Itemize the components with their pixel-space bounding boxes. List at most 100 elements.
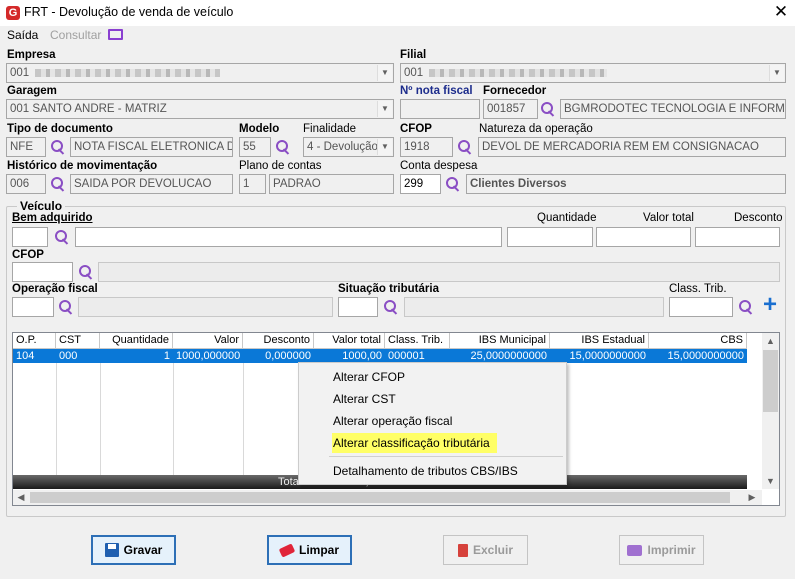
fornecedor-code: 001857	[483, 99, 538, 119]
menu-item-detalhamento-tributos[interactable]: Detalhamento de tributos CBS/IBS	[332, 461, 518, 481]
chevron-up-icon[interactable]: ▲	[762, 334, 779, 348]
search-icon[interactable]	[738, 299, 754, 315]
menu-item-alterar-cst[interactable]: Alterar CST	[332, 389, 396, 409]
cfop-veiculo-input[interactable]	[12, 262, 73, 282]
menu-item-alterar-classificacao-tributaria[interactable]: Alterar classificação tributária	[332, 433, 497, 453]
tipo-documento-code[interactable]: NFE	[6, 137, 46, 157]
modelo-input[interactable]: 55	[239, 137, 271, 157]
col-cbs[interactable]: CBS	[649, 333, 747, 349]
valor-total-input[interactable]	[596, 227, 691, 247]
search-icon[interactable]	[275, 139, 291, 155]
bem-adquirido-name[interactable]	[75, 227, 502, 247]
menu-item-alterar-cfop[interactable]: Alterar CFOP	[332, 367, 405, 387]
chevron-right-icon[interactable]: ▶	[745, 490, 759, 505]
menu-item-alterar-operacao-fiscal[interactable]: Alterar operação fiscal	[332, 411, 452, 431]
historico-label: Histórico de movimentação	[7, 160, 158, 172]
scroll-thumb[interactable]	[763, 350, 778, 412]
nota-fiscal-label: Nº nota fiscal	[400, 85, 473, 97]
close-icon[interactable]: ✕	[770, 2, 792, 22]
conta-despesa-label: Conta despesa	[400, 160, 478, 172]
search-icon[interactable]	[383, 299, 399, 315]
cell-cbs: 15,0000000000	[667, 350, 744, 362]
cell-valor-total: 1000,00	[342, 350, 382, 362]
quantidade-input[interactable]	[507, 227, 593, 247]
veiculo-title: Veículo	[17, 199, 66, 213]
empresa-select[interactable]: 001 ▼	[6, 63, 394, 83]
gravar-label: Gravar	[123, 543, 163, 557]
menu-separator	[329, 456, 563, 457]
cell-desconto: 0,000000	[265, 350, 311, 362]
add-icon[interactable]: +	[760, 293, 780, 317]
search-icon[interactable]	[58, 299, 74, 315]
scroll-thumb[interactable]	[30, 492, 730, 503]
col-valor-total[interactable]: Valor total	[314, 333, 385, 349]
gravar-button[interactable]: Gravar	[91, 535, 176, 565]
conta-despesa-code[interactable]: 299	[400, 174, 441, 194]
chevron-down-icon[interactable]: ▼	[762, 474, 779, 488]
plano-contas-name: PADRAO	[269, 174, 394, 194]
save-icon	[104, 543, 119, 557]
eraser-icon	[278, 542, 296, 558]
search-icon[interactable]	[54, 229, 70, 245]
finalidade-label: Finalidade	[303, 123, 357, 135]
situacao-tributaria-input[interactable]	[338, 297, 378, 317]
finalidade-select[interactable]: 4 - Devolução ▼	[303, 137, 394, 157]
garagem-select[interactable]: 001 SANTO ANDRE - MATRIZ ▼	[6, 99, 394, 119]
natureza-input: DEVOL DE MERCADORIA REM EM CONSIGNACAO	[478, 137, 786, 157]
chevron-left-icon[interactable]: ◀	[14, 490, 28, 505]
filial-label: Filial	[400, 49, 427, 61]
context-menu: Alterar CFOP Alterar CST Alterar operaçã…	[298, 362, 567, 485]
col-class-trib[interactable]: Class. Trib.	[385, 333, 450, 349]
bem-adquirido-code[interactable]	[12, 227, 48, 247]
excluir-label: Excluir	[472, 543, 514, 557]
cfop-label: CFOP	[400, 123, 432, 135]
col-valor[interactable]: Valor	[173, 333, 243, 349]
cfop-veiculo-label: CFOP	[12, 249, 44, 261]
natureza-label: Natureza da operação	[479, 123, 593, 135]
operacao-fiscal-label: Operação fiscal	[12, 283, 98, 295]
plano-contas-code: 1	[239, 174, 266, 194]
app-logo-icon: G	[6, 6, 20, 20]
bem-adquirido-label: Bem adquirido	[12, 212, 93, 224]
cfop-input[interactable]: 1918	[400, 137, 453, 157]
filial-select[interactable]: 001 ▼	[400, 63, 786, 83]
col-ibs-estadual[interactable]: IBS Estadual	[550, 333, 649, 349]
fornecedor-label: Fornecedor	[483, 85, 547, 97]
search-icon[interactable]	[50, 139, 66, 155]
class-trib-label: Class. Trib.	[669, 283, 727, 295]
col-desconto[interactable]: Desconto	[243, 333, 314, 349]
situacao-tributaria-desc	[404, 297, 664, 317]
imprimir-button: Imprimir	[619, 535, 704, 565]
chevron-down-icon: ▼	[377, 101, 392, 117]
menu-saida[interactable]: Saída	[7, 28, 38, 42]
situacao-tributaria-label: Situação tributária	[338, 283, 439, 295]
cell-ibs-estadual: 15,0000000000	[569, 350, 646, 362]
search-icon[interactable]	[457, 139, 473, 155]
tipo-documento-name: NOTA FISCAL ELETRONICA DA	[70, 137, 233, 157]
nota-fiscal-input	[400, 99, 480, 119]
col-cst[interactable]: CST	[56, 333, 100, 349]
search-icon[interactable]	[50, 176, 66, 192]
quantidade-label: Quantidade	[537, 212, 597, 224]
col-ibs-municipal[interactable]: IBS Municipal	[450, 333, 550, 349]
cell-op: 104	[16, 350, 35, 362]
col-op[interactable]: O.P.	[13, 333, 56, 349]
cell-cst: 000	[59, 350, 78, 362]
excluir-button: Excluir	[443, 535, 528, 565]
search-icon[interactable]	[78, 264, 94, 280]
historico-code[interactable]: 006	[6, 174, 46, 194]
imprimir-label: Imprimir	[647, 543, 696, 557]
desconto-input[interactable]	[695, 227, 780, 247]
limpar-button[interactable]: Limpar	[267, 535, 352, 565]
menu-consultar: Consultar	[50, 28, 102, 42]
class-trib-input[interactable]	[669, 297, 733, 317]
trash-icon	[457, 543, 468, 557]
valor-total-label: Valor total	[643, 212, 694, 224]
operacao-fiscal-input[interactable]	[12, 297, 54, 317]
search-icon[interactable]	[445, 176, 461, 192]
search-icon[interactable]	[540, 101, 556, 117]
cell-class-trib: 000001	[388, 350, 425, 362]
fornecedor-name: BGMRODOTEC TECNOLOGIA E INFORM	[560, 99, 786, 119]
monitor-icon[interactable]	[108, 29, 123, 40]
col-quantidade[interactable]: Quantidade	[100, 333, 173, 349]
